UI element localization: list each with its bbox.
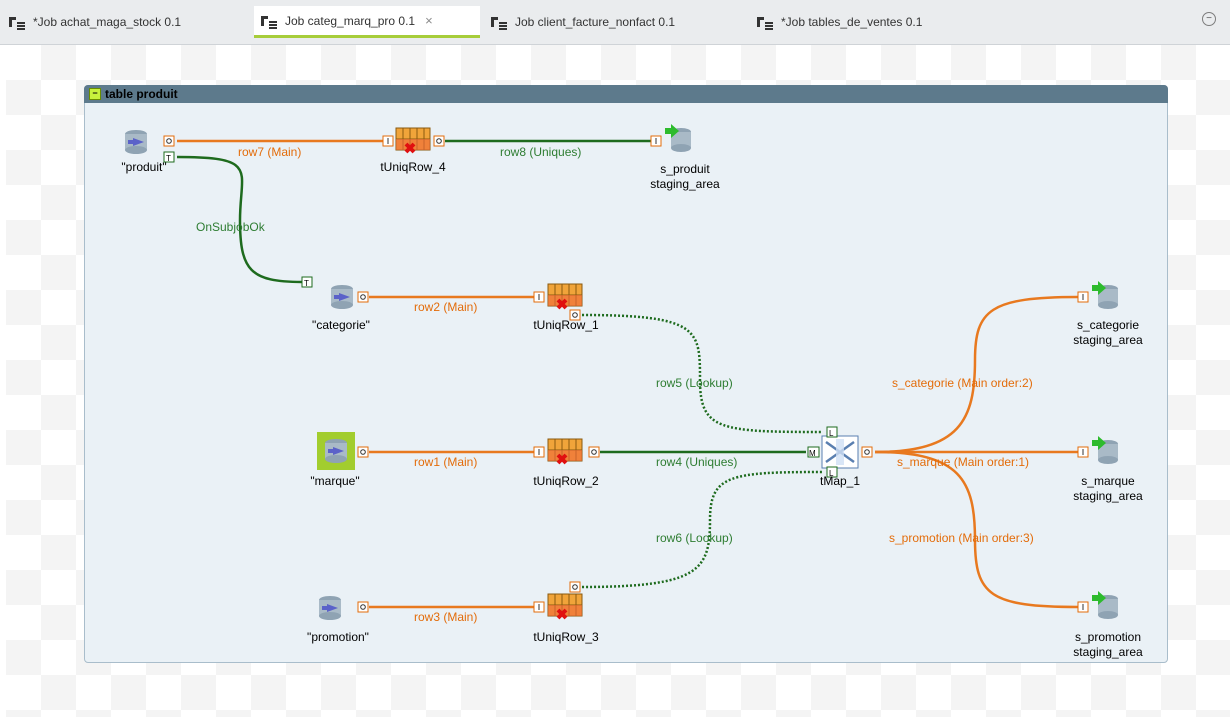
- link-row5: [581, 313, 823, 434]
- svg-text:T: T: [304, 279, 309, 288]
- component-name: s_produit: [660, 162, 710, 176]
- component-produit[interactable]: "produit": [121, 160, 166, 175]
- component-tuniqrow-3[interactable]: tUniqRow_3: [533, 630, 598, 645]
- input-connector: [533, 291, 545, 303]
- database-output-icon: [1092, 591, 1118, 619]
- input-connector: [1077, 601, 1089, 613]
- database-input-icon: [125, 130, 147, 154]
- link-s-promotion: [874, 450, 1079, 609]
- input-connector: [1077, 446, 1089, 458]
- link-label-row6[interactable]: row6 (Lookup): [656, 531, 733, 545]
- input-connector: [650, 135, 662, 147]
- tuniqrow-icon: [546, 437, 584, 465]
- tuniqrow-icon: [546, 592, 584, 620]
- svg-text:T: T: [166, 154, 171, 163]
- link-label-onsubjobok[interactable]: OnSubjobOk: [196, 220, 265, 234]
- output-connector: [357, 446, 369, 458]
- database-output-icon: [1092, 436, 1118, 464]
- link-label-s-categorie[interactable]: s_categorie (Main order:2): [892, 376, 1033, 390]
- component-tuniqrow-4[interactable]: tUniqRow_4: [380, 160, 445, 175]
- main-input-connector: M: [807, 446, 820, 458]
- database-output-icon: [665, 124, 691, 152]
- component-marque[interactable]: "marque": [310, 474, 359, 489]
- component-subtitle: staging_area: [650, 177, 720, 191]
- tuniqrow-icon: [546, 282, 584, 310]
- link-label-row8[interactable]: row8 (Uniques): [500, 145, 581, 159]
- link-row6: [581, 470, 823, 589]
- input-connector: [382, 135, 394, 147]
- component-subtitle: staging_area: [1073, 333, 1143, 347]
- link-label-s-promotion[interactable]: s_promotion (Main order:3): [889, 531, 1034, 545]
- database-input-icon: [331, 285, 353, 309]
- svg-text:L: L: [829, 429, 834, 438]
- component-tmap-1[interactable]: tMap_1: [820, 474, 860, 489]
- link-label-row7[interactable]: row7 (Main): [238, 145, 301, 159]
- output-connector: [433, 135, 445, 147]
- component-tuniqrow-1[interactable]: tUniqRow_1: [533, 318, 598, 333]
- link-label-row3[interactable]: row3 (Main): [414, 610, 477, 624]
- output-connector: [357, 601, 369, 613]
- component-promotion[interactable]: "promotion": [307, 630, 369, 645]
- component-subtitle: staging_area: [1073, 489, 1143, 503]
- output-connector: [163, 135, 175, 147]
- job-flow-diagram: T T L L M: [125, 124, 1118, 620]
- link-label-s-marque[interactable]: s_marque (Main order:1): [897, 455, 1029, 469]
- component-s-categorie[interactable]: s_categorie staging_area: [1073, 318, 1142, 348]
- component-s-produit[interactable]: s_produit staging_area: [650, 162, 719, 192]
- link-label-row1[interactable]: row1 (Main): [414, 455, 477, 469]
- component-name: s_marque: [1081, 474, 1135, 488]
- link-label-row4[interactable]: row4 (Uniques): [656, 455, 737, 469]
- input-connector: [533, 446, 545, 458]
- tmap-icon: [821, 435, 859, 469]
- output-connector: [569, 581, 581, 593]
- link-label-row2[interactable]: row2 (Main): [414, 300, 477, 314]
- database-output-icon: [1092, 281, 1118, 309]
- output-connector: [588, 446, 600, 458]
- component-subtitle: staging_area: [1073, 645, 1143, 659]
- database-input-icon: [325, 439, 347, 463]
- tuniqrow-icon: [394, 126, 432, 154]
- trigger-input-connector: T: [301, 276, 313, 288]
- component-name: s_categorie: [1076, 318, 1140, 332]
- component-categorie[interactable]: "categorie": [312, 318, 370, 333]
- link-label-row5[interactable]: row5 (Lookup): [656, 376, 733, 390]
- input-connector: [1077, 291, 1089, 303]
- output-connector: [861, 446, 873, 458]
- database-input-icon: [319, 596, 341, 620]
- output-connector: [357, 291, 369, 303]
- lookup-connector: L: [826, 426, 838, 438]
- input-connector: [533, 601, 545, 613]
- component-s-marque[interactable]: s_marque staging_area: [1073, 474, 1142, 504]
- component-name: s_promotion: [1074, 630, 1142, 644]
- svg-text:M: M: [809, 449, 816, 458]
- link-s-categorie: [874, 295, 1079, 454]
- component-tuniqrow-2[interactable]: tUniqRow_2: [533, 474, 598, 489]
- component-s-promotion[interactable]: s_promotion staging_area: [1073, 630, 1142, 660]
